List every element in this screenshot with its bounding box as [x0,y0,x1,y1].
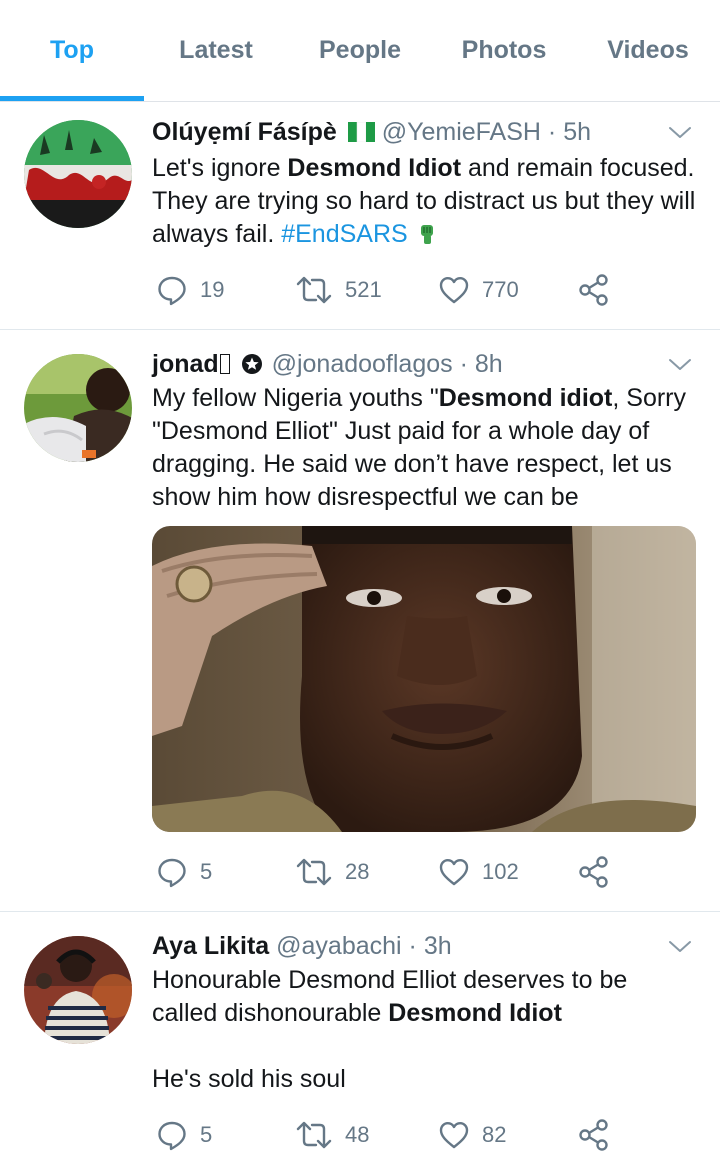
retweet-icon [296,1121,332,1149]
tweet-actions: 5 28 102 [152,852,622,892]
reply-icon [158,1121,186,1151]
share-button[interactable] [578,1115,612,1155]
tweet-time[interactable]: 5h [563,118,591,146]
like-button[interactable]: 102 [438,852,519,892]
avatar[interactable] [24,936,132,1044]
heart-icon [439,859,469,886]
tweet-actions: 19 521 770 [152,270,622,310]
reply-button[interactable]: 5 [156,852,212,892]
tweet-photo[interactable] [152,526,696,832]
tweet-time[interactable]: 8h [475,350,503,378]
tab-latest[interactable]: Latest [144,36,288,65]
like-count: 102 [482,859,519,884]
tweet-time[interactable]: 3h [424,932,452,960]
author-name[interactable]: Aya Likita [152,932,269,960]
retweet-button[interactable]: 48 [295,1115,369,1155]
tweet[interactable]: Olúyẹmí Fásípè @YemieFASH · 5h Let's ign… [0,102,720,330]
active-tab-indicator [0,96,144,101]
search-tabs: Top Latest People Photos Videos [0,0,720,102]
author-name[interactable]: jonad [152,350,219,378]
reply-count: 5 [200,859,213,884]
chevron-down-icon[interactable] [668,352,692,376]
tweet-header: Aya Likita @ayabachi · 3h [152,932,452,961]
author-name[interactable]: Olúyẹmí Fásípè [152,118,337,146]
share-icon [579,856,608,888]
missing-glyph-icon [219,354,230,374]
share-icon [579,274,608,306]
avatar[interactable] [24,120,132,228]
tab-people[interactable]: People [288,36,432,65]
tab-videos[interactable]: Videos [576,36,720,65]
tweet-text: My fellow Nigeria youths "Desmond idiot,… [152,384,686,511]
like-count: 82 [482,1122,507,1147]
retweet-count: 28 [345,859,370,884]
share-button[interactable] [578,852,612,892]
tweet-header: Olúyẹmí Fásípè @YemieFASH · 5h [152,118,591,147]
chevron-down-icon[interactable] [668,120,692,144]
tweet-text: Honourable Desmond Elliot deserves to be… [152,966,628,1027]
reply-button[interactable]: 5 [156,1115,212,1155]
tab-top[interactable]: Top [0,36,144,65]
separator-dot: · [547,118,557,146]
heart-icon [439,277,469,304]
hashtag-link[interactable]: #EndSARS [281,220,407,248]
chevron-down-icon[interactable] [668,934,692,958]
raised-fist-icon [419,221,435,254]
tweet-actions: 5 48 82 [152,1115,622,1155]
bold-phrase: Desmond idiot [438,384,613,412]
retweet-count: 521 [345,277,382,302]
author-handle[interactable]: @YemieFASH [382,118,541,146]
retweet-icon [296,858,332,886]
tweet-text-paragraph: He's sold his soul [152,1065,346,1093]
author-handle[interactable]: @jonadooflagos [272,350,453,378]
share-icon [579,1119,608,1151]
reply-count: 5 [200,1122,213,1147]
tweet-text: Let's ignore Desmond Idiot and remain fo… [152,152,697,254]
separator-dot: · [408,932,417,960]
tweet[interactable]: Aya Likita @ayabachi · 3h Honourable Des… [0,912,720,1166]
reply-button[interactable]: 19 [156,270,224,310]
nigeria-flag-icon [347,120,375,143]
heart-icon [439,1122,469,1149]
bold-phrase: Desmond Idiot [287,154,462,182]
tweet-header: jonad @jonadooflagos · 8h [152,350,503,382]
retweet-icon [296,276,332,304]
author-handle[interactable]: @ayabachi [276,932,401,960]
reply-icon [158,858,186,888]
verified-star-icon [241,353,263,382]
reply-count: 19 [200,277,225,302]
bold-phrase: Desmond Idiot [388,999,562,1027]
retweet-button[interactable]: 28 [295,852,369,892]
reply-icon [158,276,186,306]
tweet[interactable]: jonad @jonadooflagos · 8h My fellow Nige… [0,330,720,912]
like-button[interactable]: 770 [438,270,519,310]
share-button[interactable] [578,270,612,310]
like-count: 770 [482,277,519,302]
tab-photos[interactable]: Photos [432,36,576,65]
retweet-button[interactable]: 521 [295,270,382,310]
avatar[interactable] [24,354,132,462]
retweet-count: 48 [345,1122,370,1147]
like-button[interactable]: 82 [438,1115,506,1155]
separator-dot: · [459,350,468,378]
